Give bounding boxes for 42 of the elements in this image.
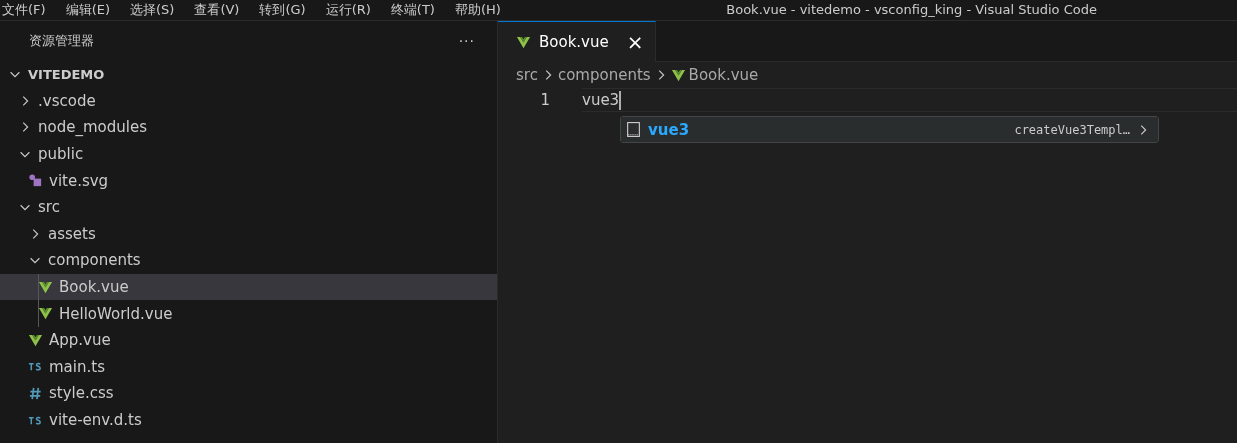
breadcrumb-item[interactable]: src [516,66,538,84]
menu-item[interactable]: 转到(G) [259,1,306,19]
breadcrumb-item[interactable]: Book.vue [688,66,759,84]
window-title: Book.vue - vitedemo - vsconfig_king - Visual Studio Code [726,1,1097,19]
tree-item[interactable]: .vscode [0,87,497,115]
menu-item[interactable]: 查看(V) [194,1,240,19]
tree-item[interactable]: style.css [0,380,497,407]
workspace-folder[interactable]: VITEDEMO [0,61,497,88]
tree-item[interactable]: node_modules [0,114,497,141]
menu-item[interactable]: 运行(R) [325,1,371,19]
hash-icon [28,385,43,401]
image-file-icon [28,173,43,189]
tree-item[interactable]: components [0,247,497,274]
snippet-icon [625,121,642,138]
tree-item[interactable]: vite.svg [0,167,497,194]
suggestion-item[interactable]: vue3 createVue3Templ… [621,117,1158,142]
tree-item[interactable]: App.vue [0,326,497,354]
tree-item[interactable]: vite-env.d.ts [0,406,497,434]
editor-tab[interactable]: Book.vue × [498,21,657,62]
more-actions-button[interactable]: ··· [456,33,477,49]
menu-item[interactable]: 选择(S) [130,1,175,19]
tree-item[interactable]: Book.vue [0,273,497,301]
vue-logo-icon [38,306,53,322]
vue-logo-icon [670,67,686,83]
close-button[interactable]: × [626,32,644,52]
menu-item[interactable]: 帮助(H) [454,1,501,19]
code-line[interactable]: vue3 [582,88,1237,112]
menu-item[interactable]: 编辑(E) [65,1,110,19]
tree-item[interactable]: src [0,193,497,221]
vue-logo-icon [28,332,43,348]
sidebar-title: 资源管理器 [29,32,94,50]
tree-item[interactable]: assets [0,220,497,248]
menu-item[interactable]: 终端(T) [390,1,435,19]
breadcrumb-item[interactable]: components [557,66,651,84]
vue-logo-icon [516,34,531,50]
line-number: 1 [539,90,550,111]
text-cursor [619,90,622,110]
tree-item[interactable]: HelloWorld.vue [0,300,497,327]
tree-item[interactable]: main.ts [0,353,497,381]
tree-item[interactable]: public [0,140,497,168]
vue-logo-icon [38,279,53,295]
menu-item[interactable]: 文件(F) [2,1,46,19]
